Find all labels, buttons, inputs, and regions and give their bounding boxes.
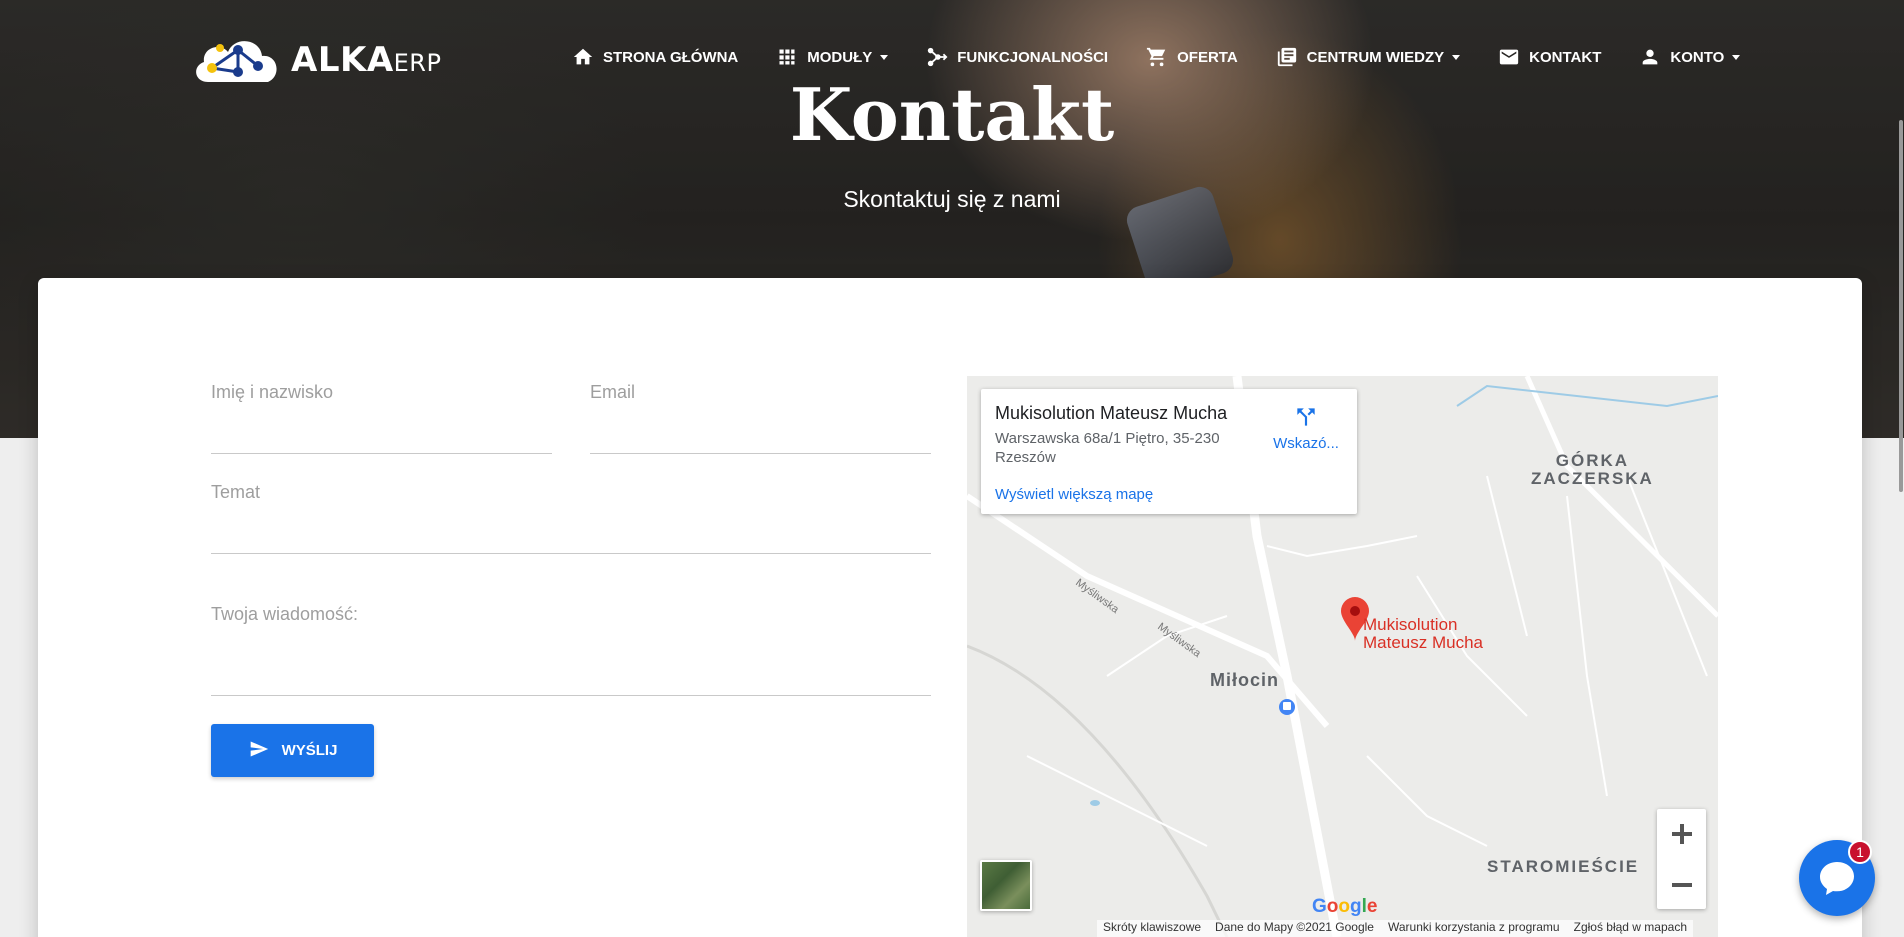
keyboard-shortcuts-link[interactable]: Skróty klawiszowe	[1103, 920, 1201, 937]
place-info-card: Mukisolution Mateusz Mucha Warszawska 68…	[981, 389, 1357, 514]
chevron-down-icon	[1732, 54, 1741, 60]
name-input[interactable]	[211, 431, 552, 449]
google-logo: Google	[1312, 896, 1378, 917]
grid-icon	[776, 46, 798, 68]
bigger-map-link[interactable]: Wyświetl większą mapę	[995, 486, 1153, 503]
send-button-label: WYŚLIJ	[281, 742, 338, 759]
nav-features-label: FUNKCJONALNOŚCI	[957, 48, 1109, 66]
zoom-control	[1657, 809, 1706, 909]
nav-contact[interactable]: KONTAKT	[1498, 46, 1601, 68]
plus-icon	[1671, 823, 1692, 844]
map-footer: Skróty klawiszowe Dane do Mapy ©2021 Goo…	[1097, 920, 1693, 937]
terms-link[interactable]: Warunki korzystania z programu	[1388, 920, 1560, 937]
scrollbar[interactable]	[1897, 0, 1904, 937]
subject-label: Temat	[211, 482, 261, 502]
message-label: Twoja wiadomość:	[211, 604, 359, 624]
message-input[interactable]	[211, 673, 931, 691]
nav-modules[interactable]: MODUŁY	[776, 46, 889, 68]
nav-home-label: STRONA GŁÓWNA	[603, 48, 739, 66]
main-nav: STRONA GŁÓWNA MODUŁY FUNKCJONALNOŚCI OFE…	[572, 46, 1741, 68]
chat-bubble-icon	[1820, 862, 1854, 895]
cart-icon	[1146, 46, 1168, 68]
zoom-out-button[interactable]	[1657, 860, 1706, 909]
directions-label: Wskazó...	[1273, 435, 1339, 452]
nav-features[interactable]: FUNKCJONALNOŚCI	[926, 46, 1108, 68]
home-icon	[572, 46, 594, 68]
flow-icon	[926, 46, 948, 68]
page-subtitle: Skontaktuj się z nami	[843, 186, 1061, 212]
place-label-milocin: Miłocin	[1210, 670, 1279, 690]
nav-offer-label: OFERTA	[1177, 48, 1238, 66]
report-error-link[interactable]: Zgłoś błąd w mapach	[1574, 920, 1687, 937]
nav-knowledge-label: CENTRUM WIEDZY	[1306, 48, 1445, 66]
place-label-gorka: GÓRKA ZACZERSKA	[1531, 451, 1654, 488]
place-address: Warszawska 68a/1 Piętro, 35-230 Rzeszów	[995, 430, 1220, 466]
place-label-staromiescie: STAROMIEŚCIE	[1487, 857, 1640, 876]
nav-account-label: KONTO	[1670, 48, 1725, 66]
library-icon	[1276, 46, 1298, 68]
scrollbar-thumb[interactable]	[1899, 120, 1903, 492]
subject-input[interactable]	[211, 531, 931, 549]
email-input[interactable]	[590, 431, 931, 449]
map-data-label: Dane do Mapy ©2021 Google	[1215, 920, 1374, 934]
directions-button[interactable]: Wskazó...	[1266, 403, 1346, 452]
mail-icon	[1498, 46, 1520, 68]
message-field[interactable]: Twoja wiadomość:	[211, 604, 931, 696]
zoom-in-button[interactable]	[1657, 809, 1706, 858]
nav-contact-label: KONTAKT	[1529, 48, 1602, 66]
chevron-down-icon	[1452, 54, 1461, 60]
google-map[interactable]: Myśliwska Myśliwska Mukisolution Mateusz…	[967, 376, 1718, 937]
nav-account[interactable]: KONTO	[1639, 46, 1741, 68]
email-field[interactable]: Email	[590, 382, 931, 454]
pin-label: Mukisolution Mateusz Mucha	[1363, 615, 1483, 652]
minus-icon	[1671, 882, 1692, 887]
chevron-down-icon	[880, 54, 889, 60]
send-button[interactable]: WYŚLIJ	[211, 724, 374, 777]
page-title: Kontakt	[789, 72, 1115, 157]
nav-offer[interactable]: OFERTA	[1146, 46, 1238, 68]
subject-field[interactable]: Temat	[211, 482, 931, 554]
email-label: Email	[590, 382, 636, 402]
nav-knowledge[interactable]: CENTRUM WIEDZY	[1276, 46, 1461, 68]
nav-modules-label: MODUŁY	[807, 48, 873, 66]
person-icon	[1639, 46, 1661, 68]
satellite-toggle[interactable]	[980, 860, 1032, 911]
name-label: Imię i nazwisko	[211, 382, 334, 402]
nav-home[interactable]: STRONA GŁÓWNA	[572, 46, 738, 68]
directions-icon	[1266, 403, 1346, 435]
send-icon	[248, 739, 270, 763]
name-field[interactable]: Imię i nazwisko	[211, 382, 552, 454]
place-name: Mukisolution Mateusz Mucha	[995, 403, 1228, 423]
chat-notification-badge: 1	[1848, 840, 1872, 864]
